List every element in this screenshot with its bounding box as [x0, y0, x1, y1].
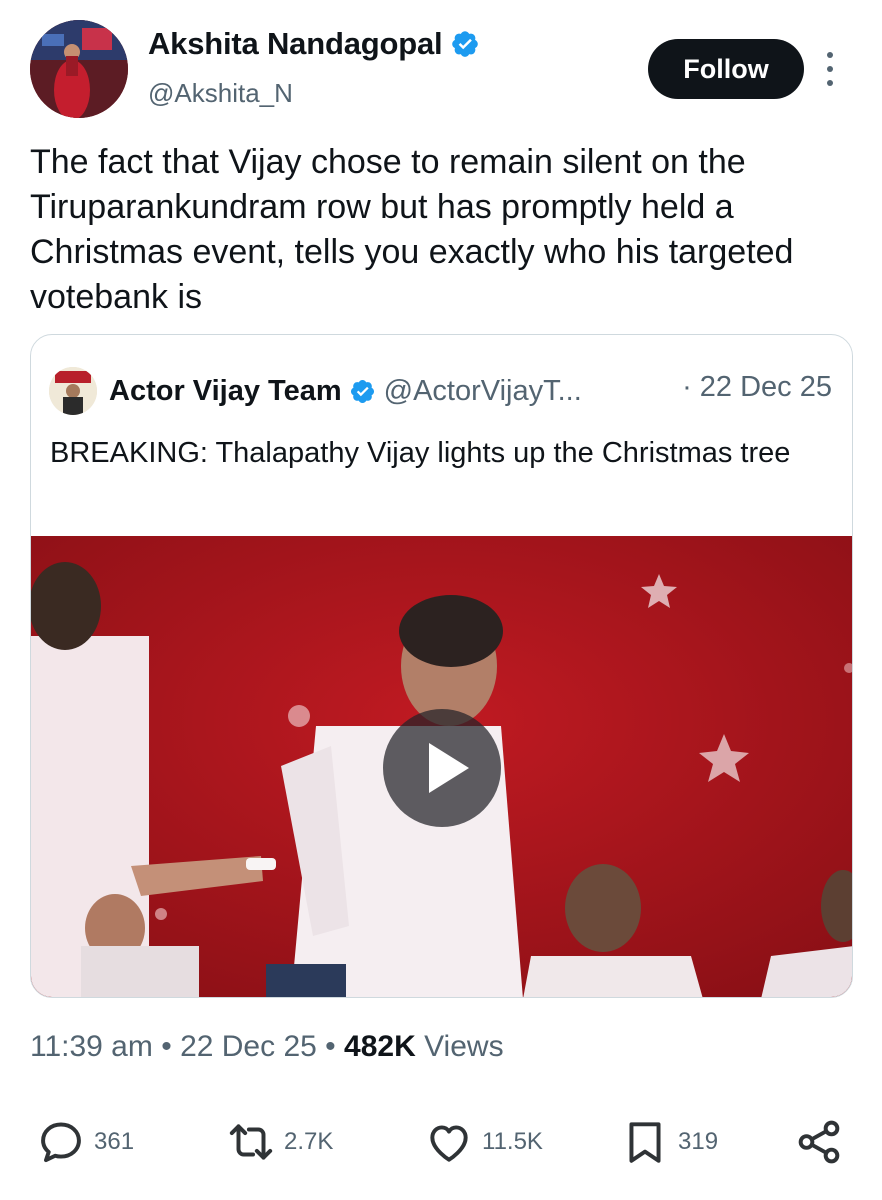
like-button[interactable]: 11.5K — [424, 1110, 543, 1174]
views-label: Views — [424, 1030, 504, 1063]
quoted-tweet-card[interactable]: Actor Vijay Team @ActorVijayT... · 22 De… — [30, 334, 853, 998]
like-count: 11.5K — [482, 1128, 543, 1155]
share-icon — [798, 1120, 840, 1164]
quoted-author-name[interactable]: Actor Vijay Team — [109, 375, 342, 408]
follow-button[interactable]: Follow — [648, 39, 804, 99]
action-bar: 361 2.7K 11.5K 319 — [0, 1110, 882, 1174]
repost-count: 2.7K — [284, 1128, 334, 1155]
verified-badge-icon — [452, 31, 479, 57]
more-options-icon[interactable] — [818, 52, 842, 86]
quoted-tweet-date[interactable]: · 22 Dec 25 — [682, 371, 832, 404]
tweet-date[interactable]: 22 Dec 25 — [180, 1030, 317, 1063]
tweet-time[interactable]: 11:39 am — [30, 1030, 153, 1063]
reply-button[interactable]: 361 — [36, 1110, 134, 1174]
tweet-header: Akshita Nandagopal @Akshita_N Follow — [0, 0, 882, 130]
bookmark-button[interactable]: 319 — [620, 1110, 718, 1174]
more-dot — [827, 52, 833, 58]
heart-icon — [430, 1125, 468, 1162]
meta-separator: • — [161, 1030, 172, 1063]
verified-badge-icon — [350, 379, 374, 403]
views-count: 482K — [344, 1030, 416, 1063]
repost-button[interactable]: 2.7K — [226, 1110, 333, 1174]
reply-count: 361 — [94, 1128, 135, 1155]
author-handle[interactable]: @Akshita_N — [148, 78, 293, 109]
tweet-meta: 11:39 am • 22 Dec 25 • 482K Views — [30, 1030, 504, 1064]
more-dot — [827, 66, 833, 72]
play-icon[interactable] — [383, 709, 501, 827]
more-dot — [827, 80, 833, 86]
author-display-name[interactable]: Akshita Nandagopal — [148, 26, 443, 62]
tweet-text: The fact that Vijay chose to remain sile… — [30, 143, 794, 316]
reply-icon — [41, 1122, 81, 1163]
quoted-video-thumbnail[interactable] — [31, 536, 852, 997]
play-triangle — [429, 743, 469, 793]
quoted-tweet-text: BREAKING: Thalapathy Vijay lights up the… — [50, 437, 791, 469]
share-button[interactable] — [794, 1110, 844, 1174]
meta-separator: • — [325, 1030, 336, 1063]
author-name-row: Akshita Nandagopal — [148, 26, 480, 62]
bookmark-icon — [629, 1122, 661, 1163]
repost-icon — [229, 1124, 273, 1160]
quoted-author-avatar[interactable] — [49, 367, 97, 415]
bookmark-count: 319 — [678, 1128, 719, 1155]
quoted-author-handle[interactable]: @ActorVijayT... — [384, 375, 582, 408]
quoted-tweet-header: Actor Vijay Team @ActorVijayT... — [49, 367, 582, 415]
author-avatar[interactable] — [30, 20, 128, 118]
